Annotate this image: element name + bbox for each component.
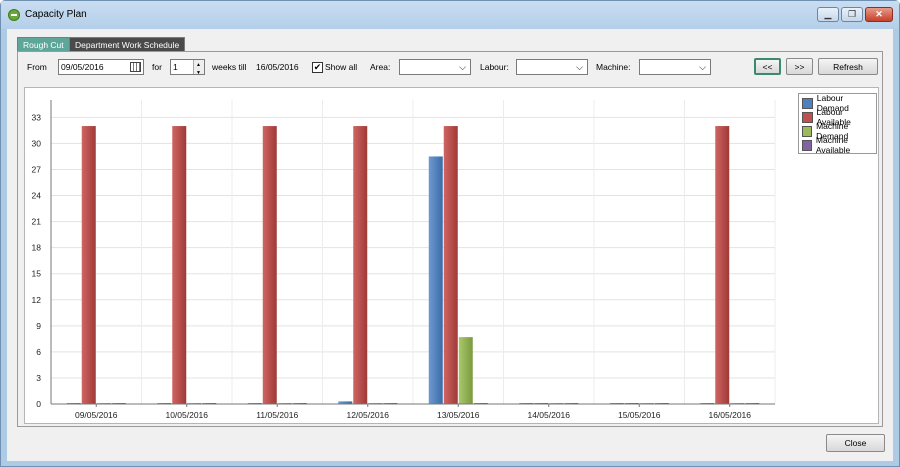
capacity-plan-window: Capacity Plan ▁ ❐ ✕ Rough Cut Department…: [0, 0, 900, 467]
next-period-button[interactable]: >>: [786, 58, 813, 75]
weeks-value: 1: [173, 62, 178, 72]
y-tick-label: 6: [36, 347, 41, 357]
y-tick-label: 18: [32, 243, 42, 253]
window-title: Capacity Plan: [25, 9, 87, 20]
weeks-till-label: weeks till: [212, 62, 247, 72]
from-date-value: 09/05/2016: [61, 62, 104, 72]
y-tick-label: 9: [36, 321, 41, 331]
legend-swatch: [802, 97, 813, 109]
y-tick-label: 15: [32, 269, 42, 279]
tab-department-work-schedule[interactable]: Department Work Schedule: [69, 37, 186, 51]
spinner-arrows-icon[interactable]: [193, 58, 204, 80]
maximize-button[interactable]: ❐: [841, 7, 863, 22]
checkmark-icon: ✔: [313, 62, 322, 72]
bar-machine-demand: [458, 337, 473, 404]
y-tick-label: 33: [32, 112, 42, 122]
legend-swatch: [802, 139, 812, 151]
legend-swatch: [802, 125, 813, 137]
previous-period-button[interactable]: <<: [754, 58, 781, 75]
legend-swatch: [802, 111, 813, 123]
legend-label: Machine Available: [815, 135, 851, 155]
from-date-field[interactable]: 09/05/2016: [58, 59, 144, 75]
prev-label: <<: [762, 61, 773, 72]
area-dropdown[interactable]: ⌵: [399, 59, 471, 75]
show-all-checkbox[interactable]: ✔: [312, 62, 323, 73]
x-tick-label: 16/05/2016: [708, 410, 751, 420]
y-tick-label: 0: [36, 399, 41, 409]
chart-legend: Labour Demand Labour Available Machine D…: [798, 93, 877, 155]
close-window-button[interactable]: ✕: [865, 7, 893, 22]
minimize-icon: ▁: [824, 9, 832, 19]
bar-labour-available: [443, 126, 458, 405]
chevron-down-icon: ⌵: [459, 62, 466, 72]
x-tick-label: 15/05/2016: [618, 410, 661, 420]
y-tick-label: 27: [32, 164, 42, 174]
x-tick-label: 09/05/2016: [75, 410, 118, 420]
y-tick-label: 3: [36, 373, 41, 383]
close-label: Close: [844, 438, 867, 448]
chevron-down-icon: ⌵: [576, 62, 583, 72]
bar-labour-available: [172, 126, 187, 405]
y-tick-label: 30: [32, 138, 42, 148]
x-tick-label: 11/05/2016: [256, 410, 298, 420]
labour-label: Labour:: [480, 62, 509, 72]
legend-item-machine-available: Machine Available: [802, 135, 876, 155]
machine-dropdown[interactable]: ⌵: [639, 59, 711, 75]
for-label: for: [152, 62, 162, 72]
chevron-down-icon: ⌵: [699, 62, 706, 72]
bar-labour-available: [715, 126, 730, 405]
title-bar[interactable]: Capacity Plan ▁ ❐ ✕: [1, 1, 899, 29]
weeks-stepper[interactable]: 1: [170, 58, 205, 80]
refresh-label: Refresh: [833, 61, 863, 72]
bar-labour-available: [262, 126, 277, 405]
y-tick-label: 24: [32, 191, 42, 201]
close-icon: ✕: [875, 9, 883, 19]
bar-labour-demand: [428, 156, 443, 404]
refresh-button[interactable]: Refresh: [818, 58, 878, 75]
client-area: Rough Cut Department Work Schedule From …: [7, 29, 893, 461]
restore-icon: ❐: [847, 9, 857, 19]
capacity-bar-chart: 0 3 6 9 12 15 18 21 24 27 30 33 09/05/2016 10/05/2016…: [32, 100, 776, 420]
minimize-button[interactable]: ▁: [817, 7, 839, 22]
x-tick-label: 12/05/2016: [346, 410, 389, 420]
y-tick-label: 12: [32, 295, 42, 305]
from-label: From: [27, 62, 47, 72]
bar-labour-available: [81, 126, 96, 405]
close-button[interactable]: Close: [826, 434, 885, 452]
app-logo-icon: [8, 9, 20, 21]
tab-rough-cut[interactable]: Rough Cut: [17, 37, 70, 51]
x-tick-label: 13/05/2016: [437, 410, 480, 420]
till-date-value: 16/05/2016: [256, 62, 299, 72]
calendar-icon[interactable]: [130, 62, 141, 72]
y-tick-label: 21: [32, 217, 42, 227]
machine-label: Machine:: [596, 62, 631, 72]
x-tick-label: 10/05/2016: [165, 410, 208, 420]
x-tick-label: 14/05/2016: [527, 410, 570, 420]
area-label: Area:: [370, 62, 391, 72]
labour-dropdown[interactable]: ⌵: [516, 59, 588, 75]
bar-labour-available: [353, 126, 368, 405]
rough-cut-panel: From 09/05/2016 for 1 weeks till 16/05/2…: [17, 51, 883, 427]
capacity-chart: 0 3 6 9 12 15 18 21 24 27 30 33 09/05/2016 10/05/2016…: [24, 87, 879, 424]
show-all-label: Show all: [325, 62, 358, 72]
next-label: >>: [794, 61, 805, 72]
